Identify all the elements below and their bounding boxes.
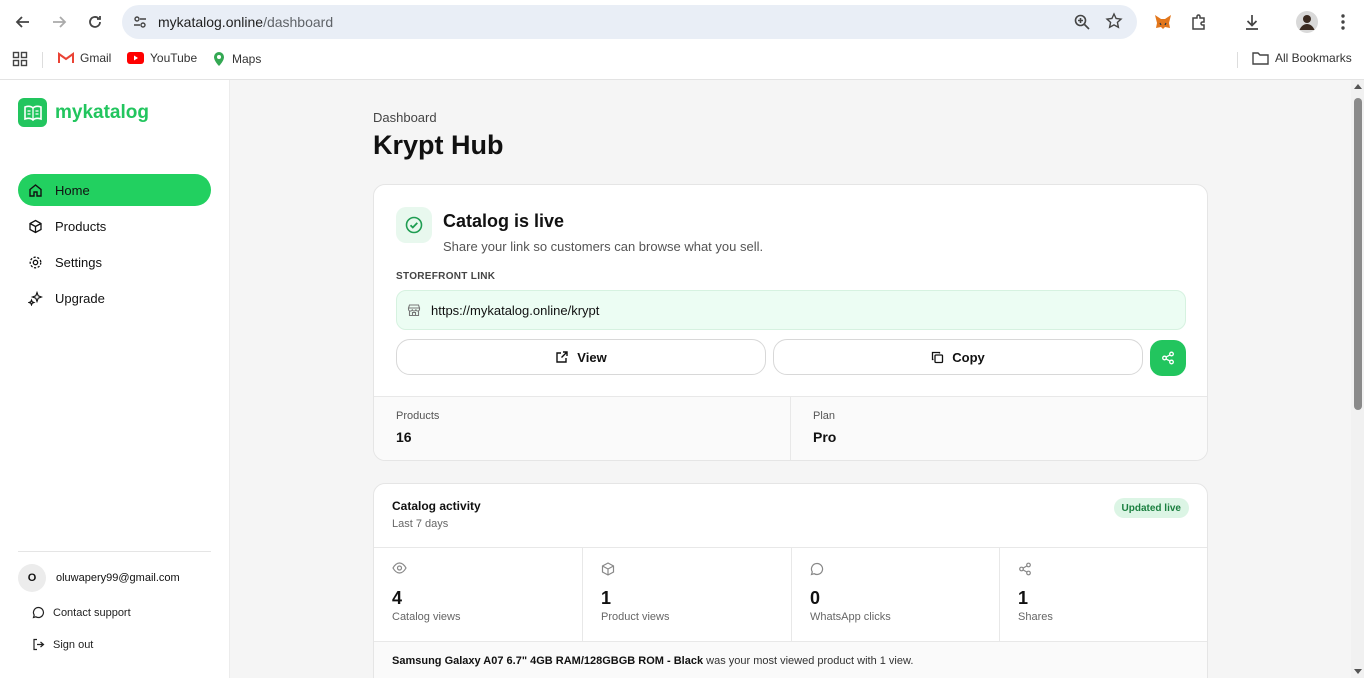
address-bar[interactable]: mykatalog.online/dashboard (122, 5, 1137, 39)
book-logo-icon (18, 98, 47, 127)
extensions-button[interactable] (1187, 10, 1211, 34)
top-product-note: Samsung Galaxy A07 6.7" 4GB RAM/128GBGB … (374, 641, 1207, 678)
breadcrumb: Dashboard (373, 110, 437, 125)
storefront-link-field[interactable]: https://mykatalog.online/krypt (396, 290, 1186, 330)
bookmark-youtube[interactable]: YouTube (127, 51, 197, 65)
folder-icon (1252, 52, 1269, 65)
copy-icon (932, 351, 944, 363)
metamask-extension[interactable] (1151, 10, 1175, 34)
bookmarks-bar: Gmail YouTube Maps All Bookmarks (0, 44, 1364, 74)
bookmark-maps[interactable]: Maps (212, 51, 261, 67)
storefront-label: STOREFRONT LINK (396, 271, 496, 282)
catalog-stats: Products 16 Plan Pro (374, 396, 1207, 460)
all-bookmarks[interactable]: All Bookmarks (1252, 51, 1352, 65)
copy-button[interactable]: Copy (773, 339, 1143, 375)
external-link-icon (556, 351, 568, 363)
user-email: oluwapery99@gmail.com (56, 572, 180, 584)
sparkle-icon (28, 290, 43, 306)
user-account[interactable]: O oluwapery99@gmail.com (18, 564, 180, 592)
zoom-icon[interactable] (1073, 13, 1091, 31)
fox-icon (1155, 15, 1171, 29)
sidebar-item-settings[interactable]: Settings (18, 246, 211, 278)
browser-menu-button[interactable] (1331, 10, 1355, 34)
contact-support-link[interactable]: Contact support (32, 606, 131, 619)
share-icon (1162, 351, 1174, 365)
bookmark-star-icon[interactable] (1105, 12, 1123, 30)
download-icon (1246, 15, 1258, 30)
profile-icon (1296, 11, 1318, 33)
sign-out-icon (33, 638, 45, 651)
arrow-left-icon (15, 16, 29, 28)
catalog-live-card: Catalog is live Share your link so custo… (373, 184, 1208, 461)
sidebar-item-products[interactable]: Products (18, 210, 211, 242)
bookmark-gmail[interactable]: Gmail (58, 51, 111, 65)
site-settings-icon[interactable] (132, 14, 148, 30)
top-product-suffix: was your most viewed product with 1 view… (703, 655, 914, 667)
puzzle-icon (1192, 14, 1205, 30)
sidebar-divider (18, 551, 211, 552)
back-button[interactable] (11, 10, 35, 34)
live-title: Catalog is live (443, 211, 565, 231)
gear-icon (29, 256, 42, 268)
live-subtitle: Share your link so customers can browse … (443, 239, 764, 254)
forward-button[interactable] (47, 10, 71, 34)
sign-out-link[interactable]: Sign out (32, 638, 93, 651)
downloads-button[interactable] (1240, 10, 1264, 34)
avatar: O (18, 564, 46, 592)
scroll-thumb[interactable] (1354, 98, 1362, 410)
activity-metrics: 4 Catalog views 1 Product views 0 WhatsA… (374, 547, 1207, 642)
brand[interactable]: mykatalog (18, 98, 149, 127)
browser-chrome: mykatalog.online/dashboard Gmail YouTube… (0, 0, 1364, 80)
share-button[interactable] (1150, 340, 1186, 376)
page-title: Krypt Hub (373, 130, 504, 160)
storefront-url: https://mykatalog.online/krypt (431, 302, 600, 318)
sidebar-item-home[interactable]: Home (18, 174, 211, 206)
reload-button[interactable] (83, 10, 107, 34)
arrow-right-icon (53, 16, 67, 28)
metric-shares: 1 Shares (1000, 548, 1207, 642)
stat-plan: Plan Pro (813, 410, 837, 445)
box-icon (601, 562, 615, 576)
chat-icon (810, 562, 824, 576)
metric-whatsapp-clicks: 0 WhatsApp clicks (792, 548, 1000, 642)
box-icon (29, 219, 42, 233)
activity-subtitle: Last 7 days (392, 518, 449, 530)
page-scrollbar[interactable] (1351, 80, 1364, 678)
map-pin-icon (214, 52, 224, 66)
scroll-up-arrow-icon[interactable] (1354, 84, 1362, 89)
apps-button[interactable] (12, 51, 28, 67)
top-product-name: Samsung Galaxy A07 6.7" 4GB RAM/128GBGB … (392, 655, 704, 667)
kebab-menu-icon (1341, 14, 1345, 30)
scroll-down-arrow-icon[interactable] (1354, 669, 1362, 674)
eye-icon (392, 562, 407, 574)
bookmark-divider (1237, 52, 1238, 68)
check-circle-icon (396, 207, 432, 243)
home-icon (29, 183, 42, 197)
share-icon (1019, 562, 1031, 576)
browser-toolbar: mykatalog.online/dashboard (0, 0, 1364, 44)
brand-name: mykatalog (55, 101, 149, 123)
catalog-activity-card: Catalog activity Last 7 days Updated liv… (373, 483, 1208, 678)
apps-grid-icon (12, 51, 28, 67)
profile-avatar[interactable] (1295, 10, 1319, 34)
stat-products: Products 16 (374, 397, 791, 460)
youtube-icon (127, 52, 144, 64)
bookmark-divider (42, 52, 43, 68)
metric-product-views: 1 Product views (583, 548, 792, 642)
sidebar: mykatalog Home Products Settings Upgrade… (0, 80, 230, 678)
gmail-icon (58, 52, 74, 63)
status-badge: Updated live (1113, 498, 1189, 518)
chat-icon (32, 606, 45, 619)
reload-icon (89, 16, 101, 28)
metric-catalog-views: 4 Catalog views (374, 548, 583, 642)
url-text: mykatalog.online/dashboard (158, 14, 334, 30)
store-icon (407, 304, 421, 317)
activity-title: Catalog activity (392, 499, 481, 513)
view-button[interactable]: View (396, 339, 766, 375)
sidebar-item-upgrade[interactable]: Upgrade (18, 282, 211, 314)
